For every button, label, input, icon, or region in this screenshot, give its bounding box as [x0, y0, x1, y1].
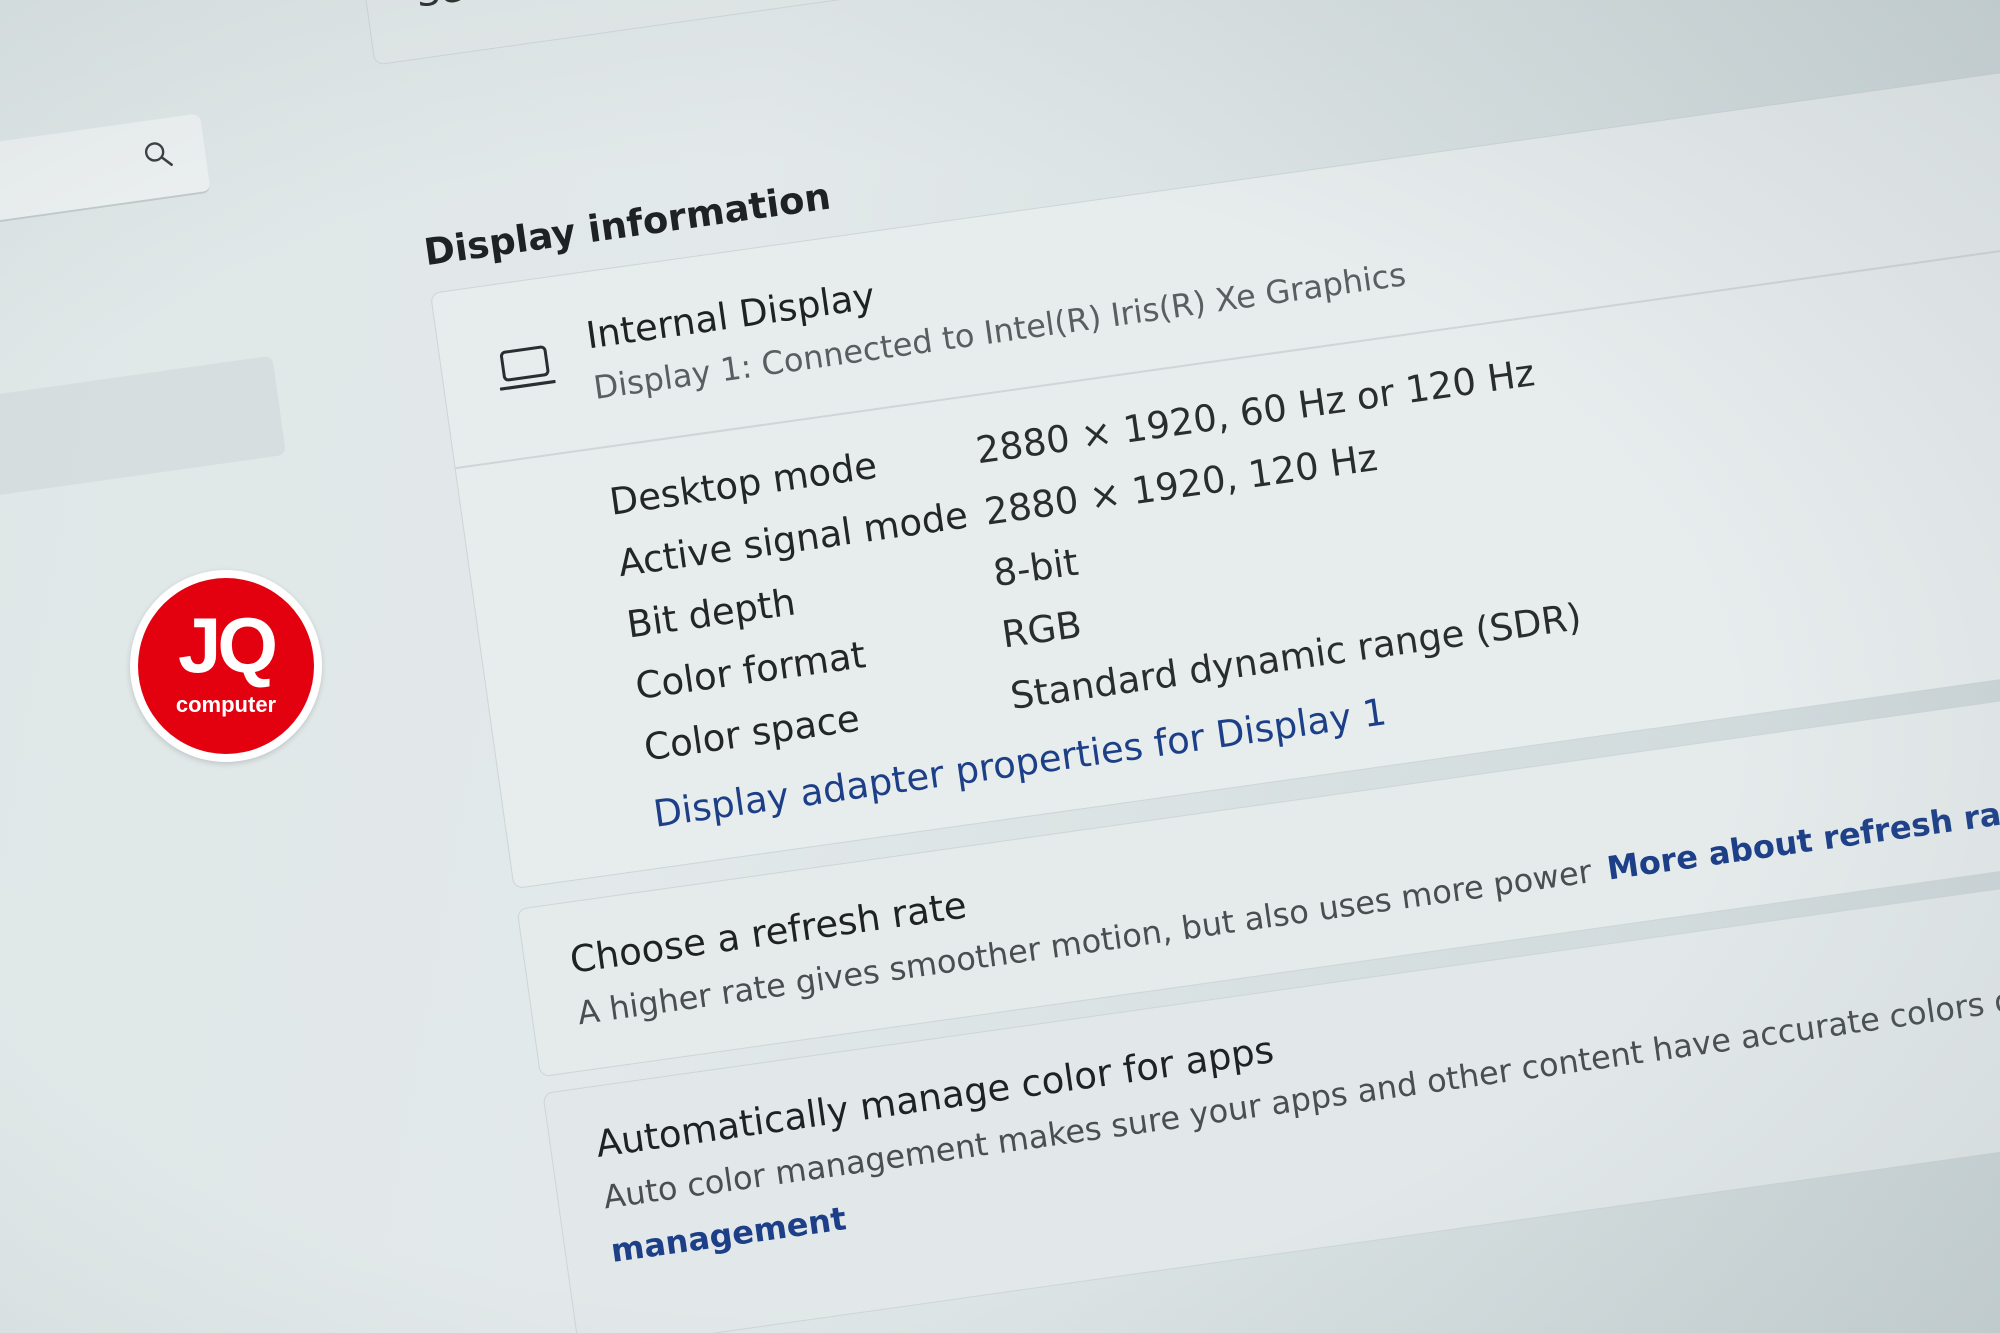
sidebar-selected-item[interactable]: [0, 355, 287, 497]
search-input[interactable]: [0, 113, 211, 229]
jq-computer-logo: JQ computer: [130, 570, 322, 762]
logo-subtext: computer: [175, 692, 277, 717]
search-icon[interactable]: [141, 138, 175, 172]
logo-badge: JQ computer: [138, 578, 314, 754]
more-about-refresh-rate-link[interactable]: More about refresh rate: [1605, 790, 2000, 888]
settings-window: Select a display to view or change its s…: [0, 0, 2000, 1333]
laptop-icon: [499, 345, 557, 391]
logo-text: JQ: [177, 601, 278, 689]
select-display-prompt: Select a display to view or change its s…: [413, 0, 1261, 16]
display-select-card: Select a display to view or change its s…: [345, 0, 2000, 66]
